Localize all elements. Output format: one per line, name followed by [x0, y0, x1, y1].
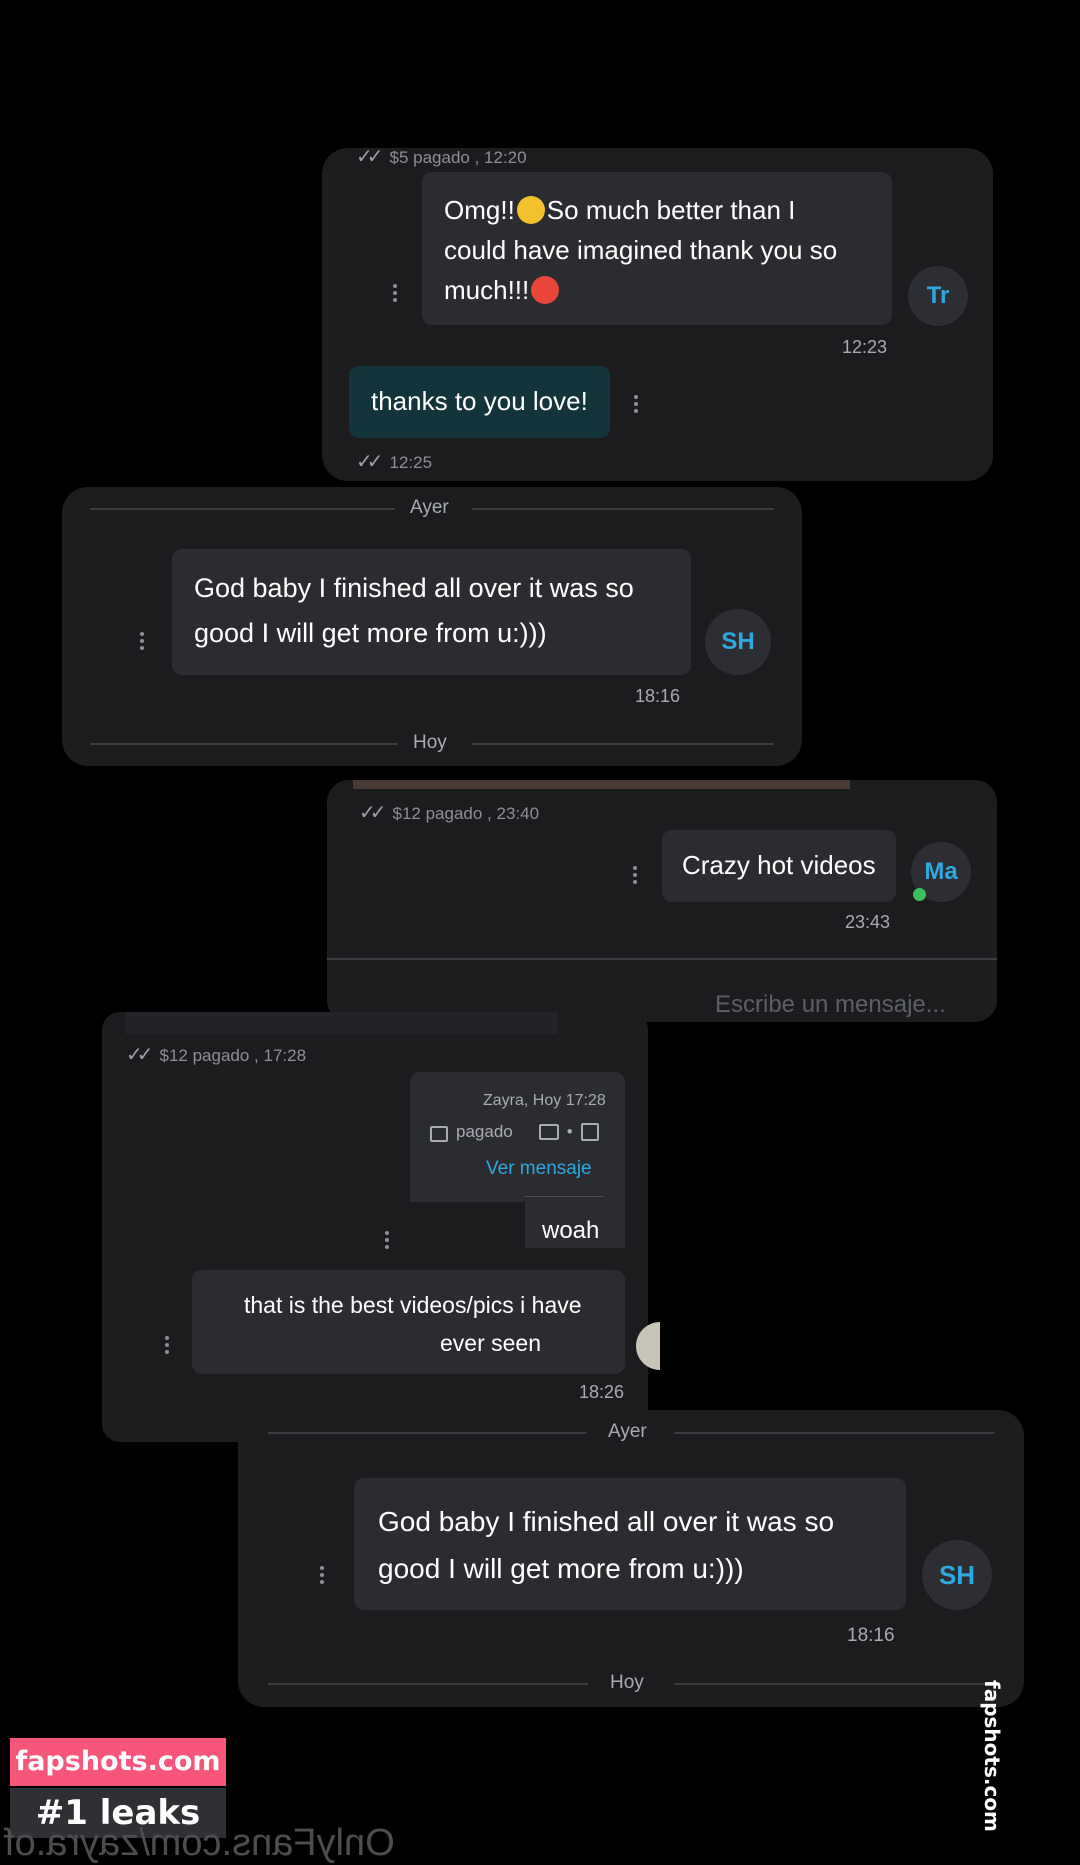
read-receipt-icon: ✓✓ — [126, 1044, 153, 1066]
message-line: much!!! — [444, 270, 872, 310]
watermark-side-text: fapshots.com — [980, 1680, 1004, 1832]
media-thumbnail[interactable] — [353, 780, 850, 789]
unlock-icon — [430, 1126, 448, 1142]
hot-face-icon — [531, 276, 560, 304]
view-message-link[interactable]: Ver mensaje — [486, 1158, 592, 1180]
date-separator-line — [472, 743, 774, 745]
chat-panel-3: ✓✓ $12 pagado , 23:40 Crazy hot videos Ma… — [327, 780, 997, 1022]
card-divider — [524, 1196, 604, 1197]
message-line: good I will get more from u:))) — [378, 1553, 744, 1584]
message-time: 18:16 — [847, 1625, 895, 1646]
message-time: 12:23 — [842, 337, 888, 357]
message-bubble[interactable]: Crazy hot videos — [662, 830, 896, 902]
message-line: Omg!! So much better than I — [444, 195, 796, 225]
more-options-icon[interactable] — [164, 1333, 170, 1357]
watermark-logo-top: fapshots.com — [10, 1738, 226, 1786]
read-receipt-icon: ✓✓ — [356, 146, 383, 168]
flushed-face-icon — [516, 196, 545, 224]
more-options-icon[interactable] — [392, 281, 398, 305]
message-line: ever seen — [440, 1330, 542, 1356]
more-options-icon[interactable] — [633, 392, 639, 416]
message-input[interactable]: Escribe un mensaje... — [715, 991, 946, 1019]
message-line: God baby I finished all over it was so — [194, 573, 634, 603]
message-line: God baby I finished all over it was so — [378, 1506, 835, 1537]
message-bubble[interactable]: God baby I finished all over it was so g… — [354, 1478, 906, 1610]
video-icon — [538, 1124, 559, 1140]
date-separator-line — [90, 508, 395, 510]
message-time: 18:16 — [635, 686, 681, 706]
bubble-gap — [410, 1202, 525, 1248]
avatar[interactable]: Tr — [908, 266, 968, 326]
message-bubble[interactable]: God baby I finished all over it was so g… — [172, 549, 691, 675]
avatar[interactable]: SH — [705, 609, 771, 675]
paid-label: ✓✓ $12 pagado , 17:28 — [126, 1044, 307, 1066]
header-strip — [126, 1012, 558, 1034]
read-receipt-icon: ✓✓ — [359, 802, 386, 824]
message-line: good I will get more from u:))) — [194, 618, 547, 648]
message-line: that is the best videos/pics i have — [244, 1292, 582, 1318]
more-options-icon[interactable] — [139, 629, 145, 653]
paid-label: ✓✓ $5 pagado , 12:20 — [356, 146, 527, 168]
date-separator-line — [268, 1683, 588, 1685]
image-icon — [580, 1123, 599, 1141]
chat-panel-4: ✓✓ $12 pagado , 17:28 Zayra, Hoy 17:28 pa… — [102, 1012, 660, 1442]
card-status-row: pagado • — [430, 1122, 599, 1142]
online-status-dot — [913, 888, 926, 901]
message-text: woah — [542, 1217, 600, 1244]
chat-panel-5: Ayer God baby I finished all over it was… — [238, 1410, 1024, 1707]
message-bubble[interactable]: Omg!! So much better than I could have im… — [422, 172, 892, 325]
date-separator-line — [90, 743, 398, 745]
card-sender: Zayra, Hoy 17:28 — [483, 1092, 606, 1109]
more-options-icon[interactable] — [319, 1563, 325, 1587]
message-line: could have imagined thank you so — [444, 235, 838, 265]
date-separator-line — [472, 508, 774, 510]
message-bubble[interactable]: that is the best videos/pics i have ever… — [192, 1270, 625, 1374]
date-separator: Ayer — [410, 497, 449, 518]
date-separator: Hoy — [610, 1672, 644, 1693]
paid-label: ✓✓ $12 pagado , 23:40 — [359, 802, 540, 824]
more-options-icon[interactable] — [632, 863, 638, 887]
chat-panel-2: Ayer God baby I finished all over it was… — [62, 487, 802, 766]
input-divider — [327, 958, 997, 960]
date-separator-line — [674, 1683, 994, 1685]
avatar[interactable] — [636, 1322, 660, 1370]
chat-panel-1: ✓✓ $5 pagado , 12:20 Omg!! So much better … — [322, 146, 993, 481]
message-time: 23:43 — [845, 912, 891, 932]
date-separator-line — [268, 1432, 586, 1434]
more-options-icon[interactable] — [384, 1228, 390, 1252]
read-receipt-icon: ✓✓ — [356, 451, 383, 473]
message-time: 18:26 — [579, 1382, 625, 1402]
reply-bubble[interactable]: thanks to you love! — [349, 366, 610, 438]
date-separator: Hoy — [413, 732, 447, 753]
avatar[interactable]: SH — [922, 1540, 992, 1610]
reply-time: ✓✓ 12:25 — [356, 451, 433, 473]
date-separator: Ayer — [608, 1421, 647, 1442]
date-separator-line — [674, 1432, 994, 1434]
